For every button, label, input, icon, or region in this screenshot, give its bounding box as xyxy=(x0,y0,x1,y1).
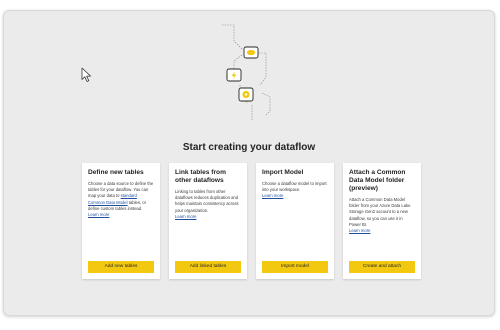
card-title: Link tables from other dataflows xyxy=(175,169,226,184)
card-description: Choose a data source to define the table… xyxy=(88,181,154,218)
card-define-new-tables: Define new tables Choose a data source t… xyxy=(82,163,160,279)
card-import-model: Import Model Choose a dataflow model to … xyxy=(256,163,334,279)
learn-more-link[interactable]: Learn more xyxy=(349,228,415,234)
card-title: Define new tables xyxy=(88,169,144,176)
dataflow-start-panel: Start creating your dataflow Define new … xyxy=(3,10,495,316)
learn-more-link[interactable]: Learn more xyxy=(175,214,241,220)
card-description: Attach a Common Data Model folder from y… xyxy=(349,197,415,234)
page-title: Start creating your dataflow xyxy=(182,142,316,153)
add-linked-tables-button[interactable]: Add linked tables xyxy=(175,261,241,273)
create-and-attach-button[interactable]: Create and attach xyxy=(349,261,415,273)
card-link-tables: Link tables from other dataflows Linking… xyxy=(169,163,247,279)
card-title: Import Model xyxy=(262,169,304,176)
dataflow-illustration xyxy=(222,24,271,121)
card-description: Linking to tables from other dataflows r… xyxy=(175,189,241,220)
card-description-text: Linking to tables from other dataflows r… xyxy=(175,189,239,213)
card-description-text: Choose a dataflow model to import into y… xyxy=(262,181,327,193)
option-cards: Define new tables Choose a data source t… xyxy=(82,163,421,279)
card-description-text: Attach a Common Data Model folder from y… xyxy=(349,197,411,227)
learn-more-link[interactable]: Learn more xyxy=(88,212,154,218)
learn-more-link[interactable]: Learn more xyxy=(262,193,328,199)
card-title: Attach a Common Data Model folder (previ… xyxy=(349,169,406,192)
mouse-pointer-icon xyxy=(81,67,91,82)
card-description: Choose a dataflow model to import into y… xyxy=(262,181,328,199)
gear-icon xyxy=(238,87,254,102)
cloud-icon xyxy=(243,46,259,59)
card-attach-cdm-folder: Attach a Common Data Model folder (previ… xyxy=(343,163,421,279)
import-model-button[interactable]: Import model xyxy=(262,261,328,273)
lightning-icon xyxy=(226,68,242,82)
add-new-tables-button[interactable]: Add new tables xyxy=(88,261,154,273)
